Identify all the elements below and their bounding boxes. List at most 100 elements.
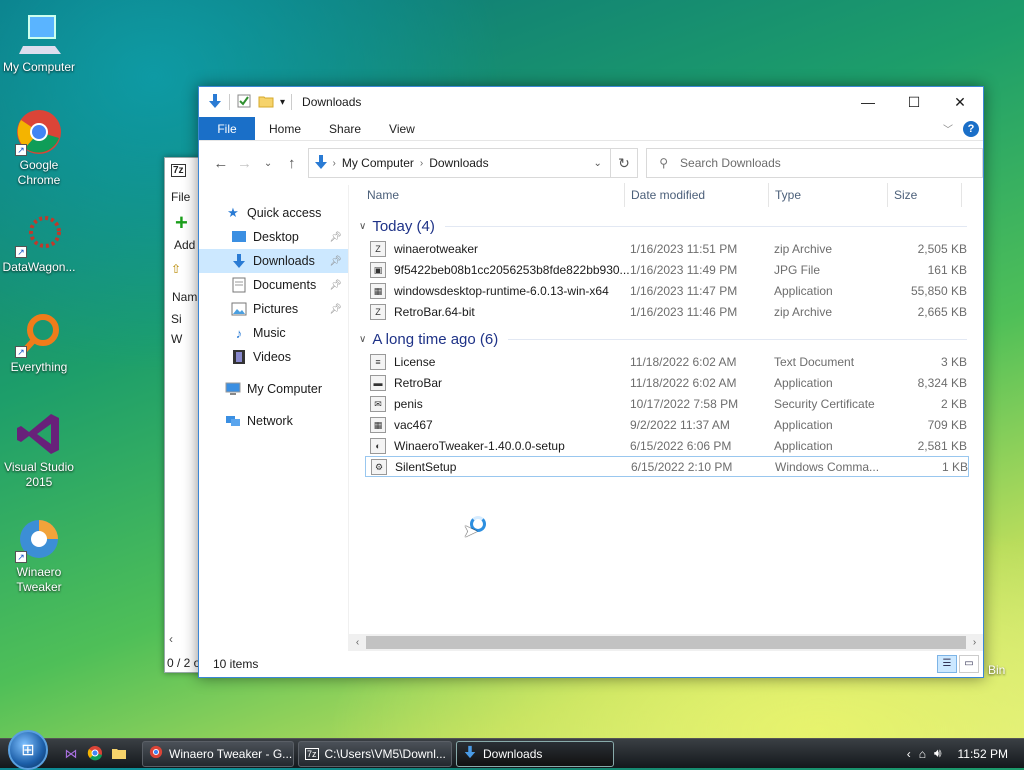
taskbar-button-downloads[interactable]: Downloads bbox=[456, 740, 614, 767]
desktop-icon-visual-studio[interactable]: Visual Studio 2015 bbox=[0, 410, 78, 490]
chevron-down-icon[interactable]: ∨ bbox=[359, 334, 366, 345]
file-row[interactable]: ✉ penis 10/17/2022 7:58 PM Security Certifi… bbox=[365, 393, 969, 414]
title-bar[interactable]: ▾ Downloads — ☐ ✕ bbox=[199, 87, 983, 117]
nav-downloads[interactable]: Downloads 📌︎ bbox=[199, 249, 348, 273]
7zip-column-name[interactable]: Nam bbox=[172, 290, 197, 304]
large-icons-view-icon[interactable]: ▭ bbox=[959, 655, 979, 673]
folder-up-icon[interactable]: ⇧ bbox=[171, 262, 181, 276]
7zip-row[interactable]: W bbox=[171, 332, 182, 346]
group-header-long-ago[interactable]: ∨ A long time ago (6) bbox=[349, 327, 983, 351]
column-date-modified[interactable]: Date modified bbox=[625, 183, 769, 207]
desktop-icon-label: Visual Studio 2015 bbox=[4, 460, 74, 489]
file-row[interactable]: ▦ vac467 9/2/2022 11:37 AM Application 709 K… bbox=[365, 414, 969, 435]
start-button[interactable]: ⊞ bbox=[8, 729, 48, 770]
folder-icon[interactable] bbox=[110, 745, 128, 763]
nav-documents[interactable]: Documents 📌︎ bbox=[199, 273, 348, 297]
back-arrow-icon[interactable]: ← bbox=[209, 155, 233, 172]
taskbar-button-winaero[interactable]: Winaero Tweaker - G... bbox=[142, 740, 294, 767]
desktop-icon-my-computer[interactable]: My Computer bbox=[0, 10, 78, 75]
desktop-icon bbox=[231, 229, 247, 245]
refresh-icon[interactable]: ↻ bbox=[610, 148, 639, 178]
nav-quick-access[interactable]: ★ Quick access bbox=[199, 201, 348, 225]
pin-icon[interactable]: 📌︎ bbox=[329, 304, 342, 315]
tab-view[interactable]: View bbox=[375, 117, 429, 140]
desktop-icon-everything[interactable]: ↗ Everything bbox=[0, 310, 78, 375]
nav-pictures[interactable]: Pictures 📌︎ bbox=[199, 297, 348, 321]
scrollbar-thumb[interactable] bbox=[366, 636, 966, 649]
pin-icon[interactable]: 📌︎ bbox=[329, 256, 342, 267]
desktop-icon-winaero-tweaker[interactable]: ↗ Winaero Tweaker bbox=[0, 515, 78, 595]
breadcrumb-downloads[interactable]: Downloads bbox=[429, 156, 488, 170]
file-row[interactable]: ▣ 9f5422beb08b1cc2056253b8fde822bb930... 1… bbox=[365, 259, 969, 280]
chrome-icon[interactable] bbox=[86, 745, 104, 763]
file-row[interactable]: ≡ License 11/18/2022 6:02 AM Text Document 3… bbox=[365, 351, 969, 372]
up-arrow-icon[interactable]: ↑ bbox=[280, 155, 304, 172]
nav-desktop[interactable]: Desktop 📌︎ bbox=[199, 225, 348, 249]
maximize-icon[interactable]: ☐ bbox=[891, 87, 937, 117]
details-view-icon[interactable]: ☰ bbox=[937, 655, 957, 673]
breadcrumb-my-computer[interactable]: My Computer bbox=[342, 156, 414, 170]
scroll-left-icon[interactable]: ‹ bbox=[349, 637, 366, 648]
clock[interactable]: 11:52 PM bbox=[958, 747, 1008, 761]
shortcut-arrow-icon: ↗ bbox=[15, 144, 27, 156]
ribbon-tabs: File Home Share View ﹀ ? bbox=[199, 117, 983, 141]
recent-locations-icon[interactable]: ⌄ bbox=[256, 158, 280, 169]
chevron-down-icon[interactable]: ⌄ bbox=[586, 158, 610, 169]
pin-icon[interactable]: 📌︎ bbox=[329, 280, 342, 291]
chevron-right-icon[interactable]: › bbox=[333, 158, 336, 169]
desktop-icon-label: Winaero Tweaker bbox=[16, 565, 62, 594]
file-row[interactable]: ▬ RetroBar 11/18/2022 6:02 AM Application 8,… bbox=[365, 372, 969, 393]
taskbar-button-7zip[interactable]: 7z C:\Users\VM5\Downl... bbox=[298, 740, 452, 767]
address-bar[interactable]: › My Computer › Downloads ⌄ bbox=[307, 148, 611, 178]
nav-network[interactable]: Network bbox=[199, 409, 348, 433]
visual-studio-icon[interactable]: ⋈ bbox=[62, 745, 80, 763]
tab-home[interactable]: Home bbox=[255, 117, 315, 140]
file-type-icon: ▣ bbox=[370, 261, 386, 278]
properties-icon[interactable] bbox=[236, 93, 252, 112]
search-input[interactable]: ⚲ Search Downloads bbox=[646, 148, 984, 178]
group-header-today[interactable]: ∨ Today (4) bbox=[349, 214, 983, 238]
tab-share[interactable]: Share bbox=[315, 117, 375, 140]
file-size: 709 KB bbox=[927, 417, 967, 432]
file-type: Security Certificate bbox=[774, 396, 875, 411]
tab-file[interactable]: File bbox=[199, 117, 255, 140]
file-row[interactable]: ▦ windowsdesktop-runtime-6.0.13-win-x64 1/… bbox=[365, 280, 969, 301]
file-row[interactable]: Z RetroBar.64-bit 1/16/2023 11:46 PM zip Ar… bbox=[365, 301, 969, 322]
file-row[interactable]: Zwinaerotweaker 1/16/2023 11:51 PM zip Arc… bbox=[365, 238, 969, 259]
nav-music[interactable]: ♪ Music bbox=[199, 321, 348, 345]
nav-my-computer[interactable]: My Computer bbox=[199, 377, 348, 401]
7zip-row[interactable]: Si bbox=[171, 312, 182, 326]
network-icon[interactable]: ⌂ bbox=[919, 747, 926, 761]
column-size[interactable]: Size bbox=[888, 183, 962, 207]
file-type: JPG File bbox=[774, 262, 821, 277]
7zip-menu-file[interactable]: File bbox=[171, 190, 190, 204]
file-row[interactable]: ◐ WinaeroTweaker-1.40.0.0-setup 6/15/2022 … bbox=[365, 435, 969, 456]
column-type[interactable]: Type bbox=[769, 183, 888, 207]
expand-ribbon-icon[interactable]: ﹀ bbox=[943, 121, 953, 136]
recycle-bin-label[interactable]: Bin bbox=[988, 663, 1005, 677]
file-name-cell: Z RetroBar.64-bit bbox=[365, 303, 630, 320]
volume-icon[interactable]: 🔊︎ bbox=[934, 746, 942, 761]
new-folder-icon[interactable] bbox=[258, 93, 274, 112]
forward-arrow-icon[interactable]: → bbox=[233, 155, 257, 172]
chevron-down-icon[interactable]: ∨ bbox=[359, 221, 366, 232]
chevron-right-icon[interactable]: › bbox=[420, 158, 423, 169]
scroll-left-icon[interactable]: ‹ bbox=[169, 632, 173, 646]
help-icon[interactable]: ? bbox=[963, 120, 979, 137]
minimize-icon[interactable]: — bbox=[845, 87, 891, 117]
pin-icon[interactable]: 📌︎ bbox=[329, 232, 342, 243]
column-name[interactable]: Name bbox=[349, 183, 625, 207]
separator bbox=[229, 94, 230, 110]
nav-videos[interactable]: Videos bbox=[199, 345, 348, 369]
desktop-icon-google-chrome[interactable]: ↗ Google Chrome bbox=[0, 108, 78, 188]
download-arrow-icon bbox=[463, 745, 477, 762]
file-row[interactable]: ⚙ SilentSetup 6/15/2022 2:10 PM Windows Com… bbox=[365, 456, 969, 477]
customize-toolbar-icon[interactable]: ▾ bbox=[280, 97, 285, 108]
close-icon[interactable]: ✕ bbox=[937, 87, 983, 117]
scroll-right-icon[interactable]: › bbox=[966, 637, 983, 648]
horizontal-scrollbar[interactable]: ‹ › bbox=[349, 634, 983, 651]
7zip-add-button[interactable]: Add bbox=[174, 238, 195, 252]
show-hidden-icons-chevron-icon[interactable]: ‹ bbox=[907, 747, 911, 761]
explorer-window[interactable]: ▾ Downloads — ☐ ✕ File Home Share View ﹀… bbox=[198, 86, 984, 678]
desktop-icon-datawagon[interactable]: ↗ DataWagon... bbox=[0, 210, 78, 275]
